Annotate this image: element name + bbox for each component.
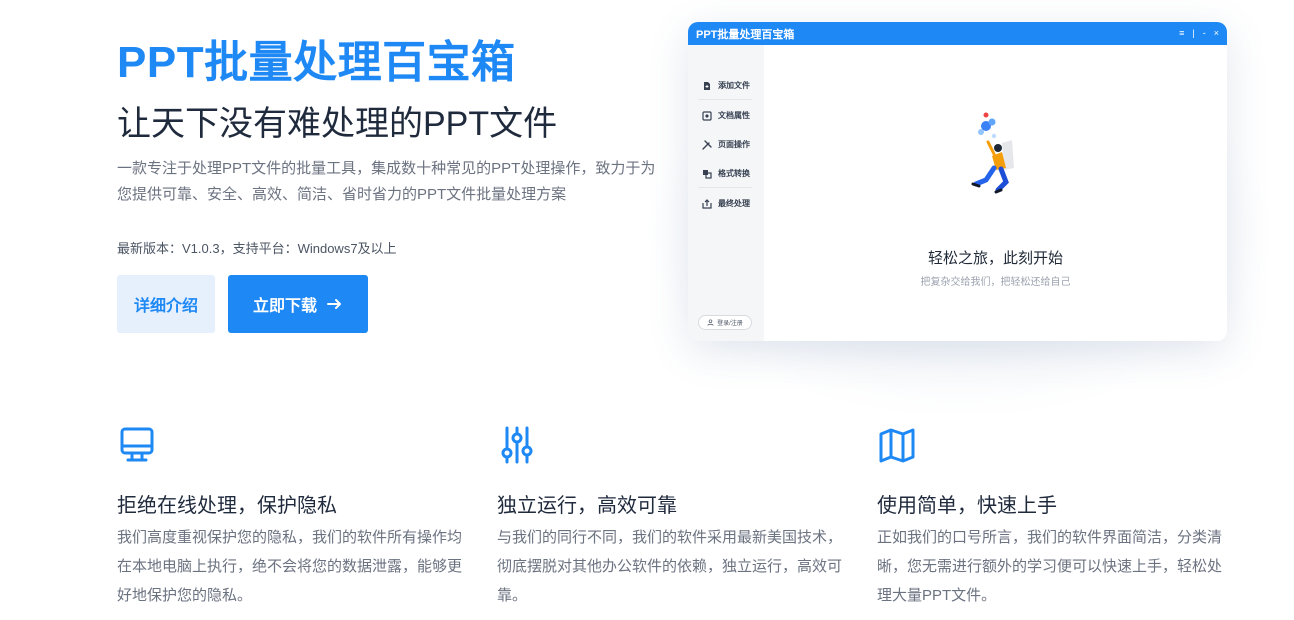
feature-title: 拒绝在线处理，保护隐私 — [117, 495, 337, 517]
sidebar-item-format-convert[interactable]: 格式转换 — [702, 168, 750, 179]
sidebar-item-label: 页面操作 — [718, 140, 750, 149]
download-button-label: 立即下载 — [252, 298, 317, 315]
feature-text: 我们高度重视保护您的隐私，我们的软件所有操作均在本地电脑上执行，绝不会将您的数据… — [117, 529, 463, 604]
version-info: 最新版本：V1.0.3，支持平台：Windows7及以上 — [117, 241, 397, 256]
hero-subtitle: 让天下没有难处理的PPT文件 — [117, 105, 558, 143]
sliders-icon — [501, 426, 533, 464]
sidebar-item-page-ops[interactable]: 页面操作 — [702, 139, 750, 150]
user-icon — [707, 319, 714, 326]
sidebar-item-label: 最终处理 — [718, 199, 750, 208]
feature-easy: 使用简单，快速上手 正如我们的口号所言，我们的软件界面简洁，分类清晰，您无需进行… — [877, 425, 1222, 604]
monitor-icon — [120, 427, 154, 462]
separator-icon: | — [1192, 28, 1195, 38]
sidebar-item-label: 格式转换 — [718, 169, 750, 178]
app-title: PPT批量处理百宝箱 — [696, 28, 795, 41]
login-label: 登录/注册 — [717, 321, 743, 327]
sidebar-item-label: 添加文件 — [718, 81, 750, 90]
menu-icon[interactable]: ≡ — [1179, 29, 1184, 38]
person-illustration-icon — [971, 112, 1014, 194]
download-button[interactable]: 立即下载 — [228, 275, 368, 333]
feature-text: 正如我们的口号所言，我们的软件界面简洁，分类清晰，您无需进行额外的学习便可以快速… — [877, 529, 1223, 604]
window-controls: ≡ | - × — [1179, 29, 1219, 38]
sidebar-item-final[interactable]: 最终处理 — [702, 198, 750, 209]
feature-title: 独立运行，高效可靠 — [497, 495, 677, 517]
app-titlebar: PPT批量处理百宝箱 ≡ | - × — [688, 22, 1227, 45]
app-sidebar: 添加文件 文档属性 页面操作 格式转换 最终处理 登录/注册 — [688, 45, 764, 341]
close-icon[interactable]: × — [1214, 29, 1219, 38]
sidebar-divider — [698, 99, 752, 100]
feature-text: 与我们的同行不同，我们的软件采用最新美国技术，彻底摆脱对其他办公软件的依赖，独立… — [497, 529, 843, 604]
minimize-icon[interactable]: - — [1203, 29, 1206, 38]
sidebar-item-doc-properties[interactable]: 文档属性 — [702, 110, 750, 121]
feature-standalone: 独立运行，高效可靠 与我们的同行不同，我们的软件采用最新美国技术，彻底摆脱对其他… — [497, 425, 842, 604]
app-main: 轻松之旅，此刻开始 把复杂交给我们，把轻松还给自己 — [764, 45, 1227, 341]
app-window: PPT批量处理百宝箱 ≡ | - × 添加文件 文档属性 页面操作 格式转换 最… — [688, 22, 1227, 341]
feature-privacy: 拒绝在线处理，保护隐私 我们高度重视保护您的隐私，我们的软件所有操作均在本地电脑… — [117, 425, 462, 604]
sidebar-divider — [698, 187, 752, 188]
sidebar-item-add-file[interactable]: 添加文件 — [702, 80, 750, 91]
map-icon — [879, 428, 915, 463]
hero-title: PPT批量处理百宝箱 — [117, 38, 516, 87]
arrow-right-icon — [327, 299, 341, 309]
document-properties-icon — [702, 110, 712, 121]
file-add-icon — [704, 81, 710, 90]
feature-title: 使用简单，快速上手 — [877, 495, 1057, 517]
export-icon — [702, 198, 712, 209]
login-button[interactable]: 登录/注册 — [698, 315, 752, 330]
tools-icon — [702, 139, 712, 150]
convert-icon — [703, 169, 712, 179]
empty-state-subtitle: 把复杂交给我们，把轻松还给自己 — [920, 277, 1071, 288]
sidebar-item-label: 文档属性 — [718, 111, 750, 120]
detail-button[interactable]: 详细介绍 — [117, 275, 215, 333]
empty-state-title: 轻松之旅，此刻开始 — [927, 250, 1063, 267]
hero-description: 一款专注于处理PPT文件的批量工具，集成数十种常见的PPT处理操作，致力于为您提… — [117, 160, 656, 203]
